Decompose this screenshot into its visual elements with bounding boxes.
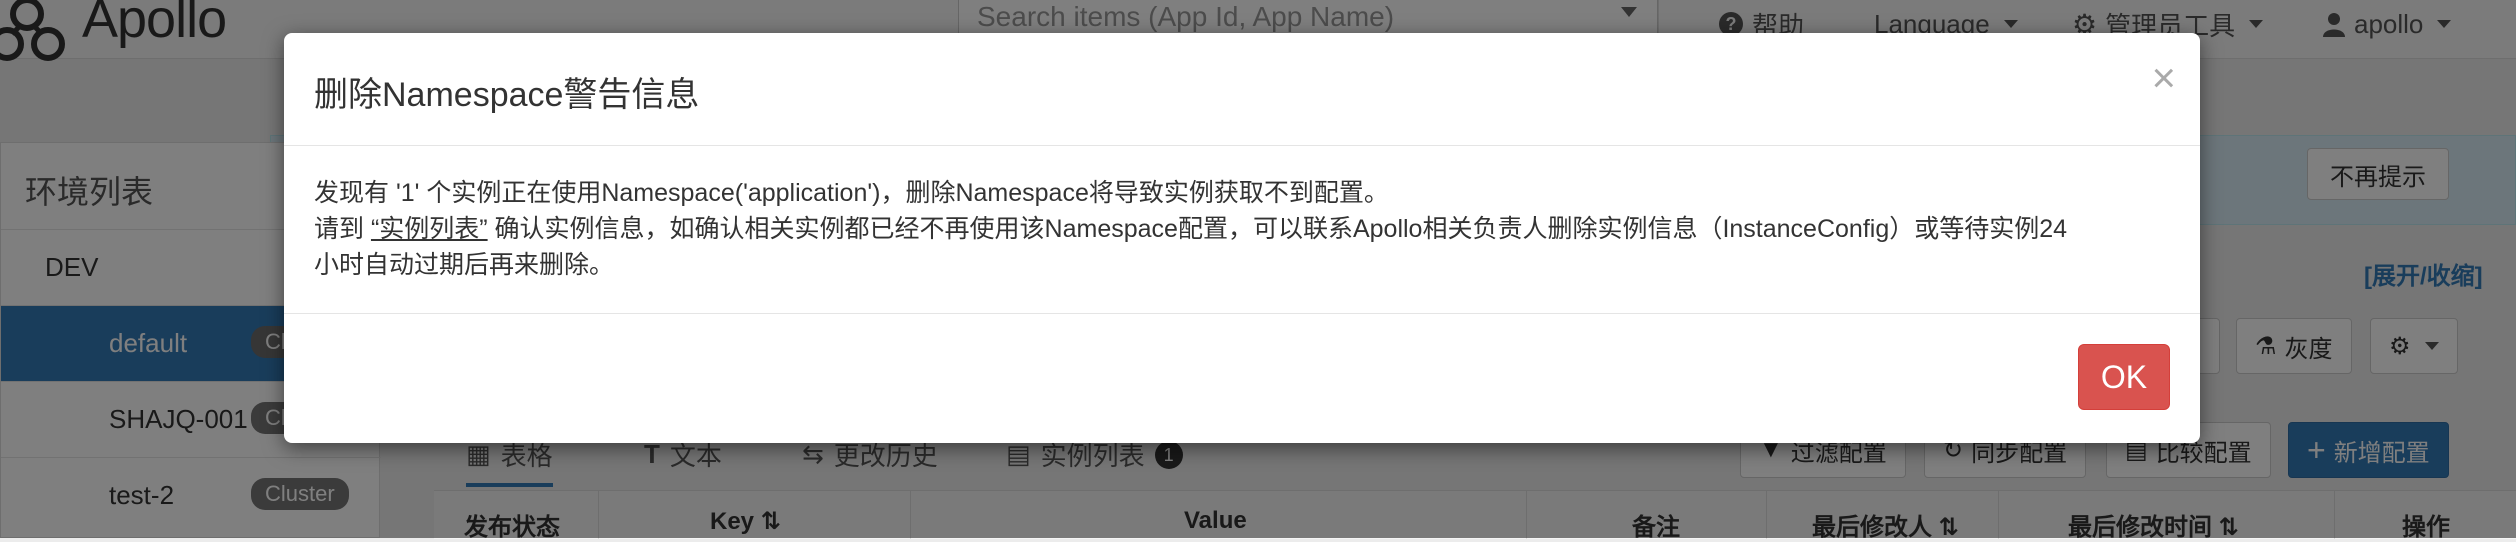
modal-title: 删除Namespace警告信息 xyxy=(314,76,700,114)
instance-list-link[interactable]: “实例列表” xyxy=(371,215,488,243)
modal-header: 删除Namespace警告信息 × xyxy=(284,33,2200,146)
ok-button[interactable]: OK xyxy=(2078,344,2170,410)
modal-footer: OK xyxy=(284,313,2200,444)
close-icon[interactable]: × xyxy=(2151,57,2176,99)
modal-body: 发现有 '1' 个实例正在使用Namespace('application')，… xyxy=(314,175,2170,283)
delete-namespace-warning-modal: 删除Namespace警告信息 × 发现有 '1' 个实例正在使用Namespa… xyxy=(284,33,2200,443)
warning-text-line1: 发现有 '1' 个实例正在使用Namespace('application')，… xyxy=(314,179,1389,207)
warning-text-line3: 小时自动过期后再来删除。 xyxy=(314,251,615,279)
warning-text-line2: 请到 “实例列表” 确认实例信息，如确认相关实例都已经不再使用该Namespac… xyxy=(314,215,2068,243)
